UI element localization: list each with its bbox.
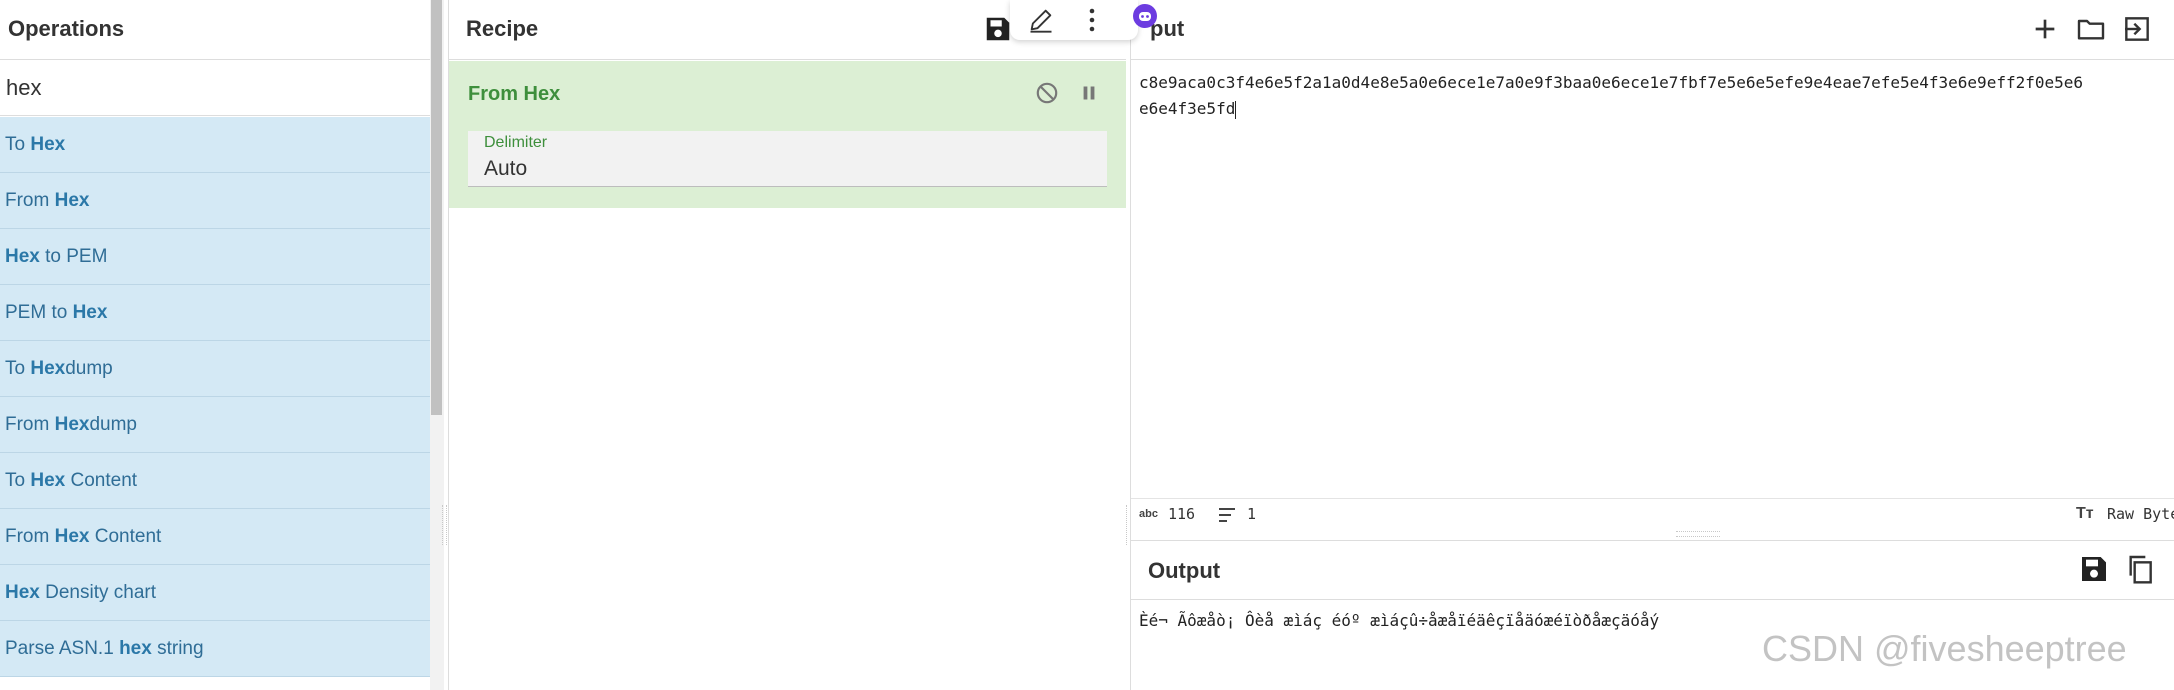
pause-icon[interactable]: [1076, 80, 1102, 106]
operation-item-text: Content: [89, 526, 162, 547]
pencil-icon[interactable]: [1027, 6, 1055, 34]
input-header: [1131, 0, 2174, 60]
operation-item-text: Density chart: [39, 582, 157, 603]
operation-item-text: dump: [89, 414, 137, 435]
input-text-line: e6e4f3e5fd: [1139, 99, 1237, 119]
input-line-count: 1: [1247, 505, 1257, 523]
operation-item[interactable]: PEM to Hex: [0, 285, 430, 341]
operation-item-match: Hex: [5, 246, 40, 267]
operation-item-text: dump: [65, 358, 113, 379]
copy-icon[interactable]: [2124, 553, 2156, 585]
recipe-operation-title: From Hex: [468, 83, 561, 105]
output-header: [1131, 540, 2174, 600]
import-icon[interactable]: [2121, 13, 2153, 45]
disable-icon[interactable]: [1034, 80, 1060, 106]
operation-item-text: From: [5, 526, 55, 547]
delimiter-field[interactable]: [468, 131, 1107, 187]
operations-resize-handle[interactable]: [442, 505, 447, 545]
operation-item-match: Hex: [30, 470, 66, 491]
recipe-title: Recipe: [466, 16, 539, 41]
length-icon: abc: [1139, 508, 1158, 520]
add-icon[interactable]: [2029, 13, 2061, 45]
operation-item-text: string: [151, 638, 204, 659]
operation-item-text: Content: [65, 470, 138, 491]
save-icon[interactable]: [983, 14, 1013, 44]
operation-item-text: From: [5, 190, 55, 211]
operation-item-match: Hex: [54, 414, 90, 435]
input-status-bar: [1131, 498, 2174, 532]
operation-item-text: To: [5, 470, 31, 491]
save-output-icon[interactable]: [2078, 553, 2110, 585]
operation-item[interactable]: Parse ASN.1 hex string: [0, 621, 430, 677]
operation-item-match: Hex: [30, 358, 66, 379]
operation-item-text: To: [5, 134, 31, 155]
operation-item-text: to PEM: [39, 246, 108, 267]
operation-item[interactable]: To Hex Content: [0, 453, 430, 509]
delimiter-value[interactable]: Auto: [484, 157, 527, 181]
operations-title: Operations: [8, 16, 125, 41]
operation-item-text: To: [5, 358, 31, 379]
io-resize-handle[interactable]: [1676, 531, 1720, 537]
delimiter-label: Delimiter: [484, 134, 548, 151]
text-caret: [1235, 100, 1237, 119]
operation-item[interactable]: Hex to PEM: [0, 229, 430, 285]
operation-item-match: Hex: [30, 134, 66, 155]
operation-item-match: hex: [119, 638, 152, 659]
operations-list: To Hex From Hex Hex to PEM PEM to Hex To Hex…: [0, 117, 430, 690]
operations-search-input[interactable]: [0, 61, 430, 116]
text-format-icon[interactable]: Tт: [2076, 505, 2094, 523]
operations-scrollbar-thumb[interactable]: [431, 0, 442, 415]
more-vertical-icon[interactable]: [1080, 4, 1104, 36]
input-length: 116: [1168, 505, 1196, 523]
folder-icon[interactable]: [2075, 13, 2107, 45]
operation-item-text: PEM to: [5, 302, 73, 323]
encoding-selector[interactable]: Raw Byte: [2107, 505, 2174, 523]
operation-item[interactable]: To Hex: [0, 117, 430, 173]
operation-item-match: Hex: [5, 582, 40, 603]
operation-item-match: Hex: [54, 526, 90, 547]
assistant-bot-icon[interactable]: [1131, 2, 1159, 30]
operation-item[interactable]: Hex Density chart: [0, 565, 430, 621]
watermark: CSDN @fivesheeptree: [1762, 628, 2127, 669]
output-title: Output: [1148, 558, 1221, 583]
operation-item[interactable]: From Hex Content: [0, 509, 430, 565]
operation-item-text: Parse ASN.1: [5, 638, 120, 659]
operation-item-match: Hex: [72, 302, 108, 323]
input-textarea[interactable]: c8e9aca0c3f4e6e5f2a1a0d4e8e5a0e6ece1e7a0…: [1139, 70, 2174, 122]
operation-item[interactable]: From Hexdump: [0, 397, 430, 453]
input-text-line: c8e9aca0c3f4e6e5f2a1a0d4e8e5a0e6ece1e7a0…: [1139, 73, 2084, 92]
lines-icon: [1219, 508, 1235, 522]
operation-item-match: Hex: [54, 190, 90, 211]
operation-item[interactable]: From Hex: [0, 173, 430, 229]
operation-item-text: From: [5, 414, 55, 435]
operation-item[interactable]: To Hexdump: [0, 341, 430, 397]
